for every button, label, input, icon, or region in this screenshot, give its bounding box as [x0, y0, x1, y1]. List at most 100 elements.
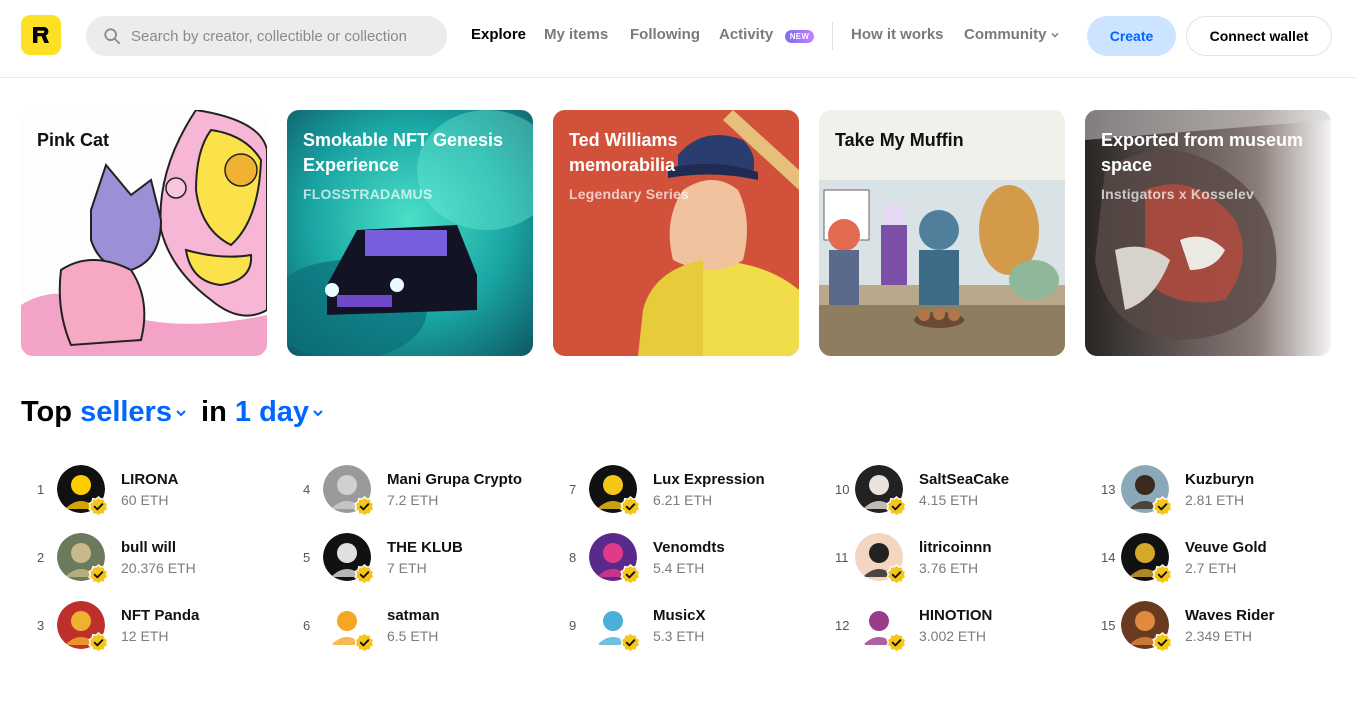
seller-name[interactable]: Kuzburyn [1185, 471, 1254, 488]
seller-eth-amount: 7.2 ETH [387, 492, 439, 508]
seller-name[interactable]: satman [387, 607, 440, 624]
verified-badge-icon [886, 632, 907, 653]
seller-eth-amount: 12 ETH [121, 628, 169, 644]
verified-badge-icon [88, 564, 109, 585]
chevron-down-icon [1050, 33, 1059, 38]
card-subtitle: FLOSSTRADAMUS [303, 186, 433, 202]
card-title: Pink Cat [37, 130, 110, 150]
seller-eth-amount: 7 ETH [387, 560, 427, 576]
nav-following[interactable]: Following [630, 26, 700, 43]
seller-row[interactable]: 9 MusicX 5.3 ETH [569, 601, 819, 653]
top-navbar: Explore My items Following Activity How … [0, 0, 1357, 78]
heading-connector: in [201, 396, 227, 428]
seller-name[interactable]: Waves Rider [1185, 607, 1274, 624]
connect-wallet-button[interactable]: Connect wallet [1186, 16, 1332, 56]
seller-name[interactable]: litricoinnn [919, 539, 992, 556]
seller-eth-amount: 3.002 ETH [919, 628, 986, 644]
seller-name[interactable]: NFT Panda [121, 607, 199, 624]
seller-row[interactable]: 13 Kuzburyn 2.81 ETH [1101, 465, 1351, 517]
seller-rank: 5 [303, 550, 311, 565]
seller-name[interactable]: Mani Grupa Crypto [387, 471, 522, 488]
card-title: Take My Muffin [835, 130, 964, 150]
seller-row[interactable]: 6 satman 6.5 ETH [303, 601, 553, 653]
seller-type-dropdown[interactable]: sellers [80, 396, 187, 428]
create-button[interactable]: Create [1087, 16, 1176, 56]
featured-card-pink-cat[interactable]: Pink Cat [21, 110, 267, 356]
nav-how-it-works[interactable]: How it works [851, 26, 944, 43]
verified-badge-icon [88, 496, 109, 517]
seller-name[interactable]: Veuve Gold [1185, 539, 1267, 556]
featured-card-exported-museum[interactable]: Exported from museum space Instigators x … [1085, 110, 1331, 356]
seller-eth-amount: 2.349 ETH [1185, 628, 1252, 644]
seller-eth-amount: 20.376 ETH [121, 560, 196, 576]
seller-rank: 2 [37, 550, 45, 565]
seller-rank: 10 [835, 482, 850, 497]
verified-badge-icon [886, 564, 907, 585]
card-subtitle: Instigators x Kosselev [1101, 186, 1255, 202]
seller-name[interactable]: MusicX [653, 607, 706, 624]
seller-eth-amount: 60 ETH [121, 492, 169, 508]
verified-badge-icon [1152, 496, 1173, 517]
nav-explore[interactable]: Explore [471, 26, 526, 43]
seller-eth-amount: 2.7 ETH [1185, 560, 1237, 576]
seller-row[interactable]: 1 LIRONA 60 ETH [37, 465, 287, 517]
seller-rank: 15 [1101, 618, 1116, 633]
seller-rank: 7 [569, 482, 577, 497]
seller-name[interactable]: bull will [121, 539, 176, 556]
verified-badge-icon [886, 496, 907, 517]
seller-eth-amount: 2.81 ETH [1185, 492, 1245, 508]
seller-row[interactable]: 14 Veuve Gold 2.7 ETH [1101, 533, 1351, 585]
search-input[interactable] [131, 27, 431, 45]
heading-prefix: Top [21, 396, 72, 428]
verified-badge-icon [620, 632, 641, 653]
nav-activity[interactable]: Activity [719, 26, 773, 43]
seller-name[interactable]: LIRONA [121, 471, 179, 488]
seller-rank: 13 [1101, 482, 1116, 497]
chevron-down-icon [176, 410, 186, 417]
seller-name[interactable]: Venomdts [653, 539, 725, 556]
nav-community-label: Community [964, 26, 1047, 43]
seller-row[interactable]: 11 litricoinnn 3.76 ETH [835, 533, 1085, 585]
card-title: Smokable NFT Genesis Experience FLOSSTRAD… [303, 128, 521, 207]
seller-row[interactable]: 8 Venomdts 5.4 ETH [569, 533, 819, 585]
seller-name[interactable]: SaltSeaCake [919, 471, 1009, 488]
rarible-logo-icon[interactable] [21, 15, 61, 55]
seller-row[interactable]: 3 NFT Panda 12 ETH [37, 601, 287, 653]
seller-row[interactable]: 15 Waves Rider 2.349 ETH [1101, 601, 1351, 653]
period-dropdown[interactable]: 1 day [235, 396, 324, 428]
seller-row[interactable]: 7 Lux Expression 6.21 ETH [569, 465, 819, 517]
seller-name[interactable]: THE KLUB [387, 539, 463, 556]
seller-eth-amount: 5.3 ETH [653, 628, 705, 644]
seller-row[interactable]: 2 bull will 20.376 ETH [37, 533, 287, 585]
seller-eth-amount: 5.4 ETH [653, 560, 705, 576]
search-icon [104, 28, 121, 45]
seller-eth-amount: 6.21 ETH [653, 492, 713, 508]
featured-card-ted-williams[interactable]: Ted Williams memorabilia Legendary Series [553, 110, 799, 356]
seller-rank: 14 [1101, 550, 1116, 565]
seller-rank: 1 [37, 482, 45, 497]
nav-my-items[interactable]: My items [544, 26, 608, 43]
period-label: 1 day [234, 396, 310, 428]
seller-name[interactable]: Lux Expression [653, 471, 765, 488]
seller-name[interactable]: HINOTION [919, 607, 992, 624]
seller-row[interactable]: 4 Mani Grupa Crypto 7.2 ETH [303, 465, 553, 517]
featured-card-take-my-muffin[interactable]: Take My Muffin [819, 110, 1065, 356]
seller-row[interactable]: 10 SaltSeaCake 4.15 ETH [835, 465, 1085, 517]
seller-eth-amount: 3.76 ETH [919, 560, 979, 576]
seller-row[interactable]: 12 HINOTION 3.002 ETH [835, 601, 1085, 653]
featured-card-smokable-nft[interactable]: Smokable NFT Genesis Experience FLOSSTRAD… [287, 110, 533, 356]
seller-rank: 12 [835, 618, 850, 633]
seller-type-label: sellers [80, 396, 172, 428]
chevron-down-icon [313, 410, 323, 417]
verified-badge-icon [88, 632, 109, 653]
seller-row[interactable]: 5 THE KLUB 7 ETH [303, 533, 553, 585]
seller-eth-amount: 6.5 ETH [387, 628, 439, 644]
verified-badge-icon [354, 496, 375, 517]
seller-rank: 8 [569, 550, 577, 565]
search-bar [86, 16, 447, 56]
verified-badge-icon [1152, 632, 1173, 653]
verified-badge-icon [354, 564, 375, 585]
verified-badge-icon [354, 632, 375, 653]
nav-community[interactable]: Community [964, 26, 1060, 43]
seller-rank: 4 [303, 482, 311, 497]
